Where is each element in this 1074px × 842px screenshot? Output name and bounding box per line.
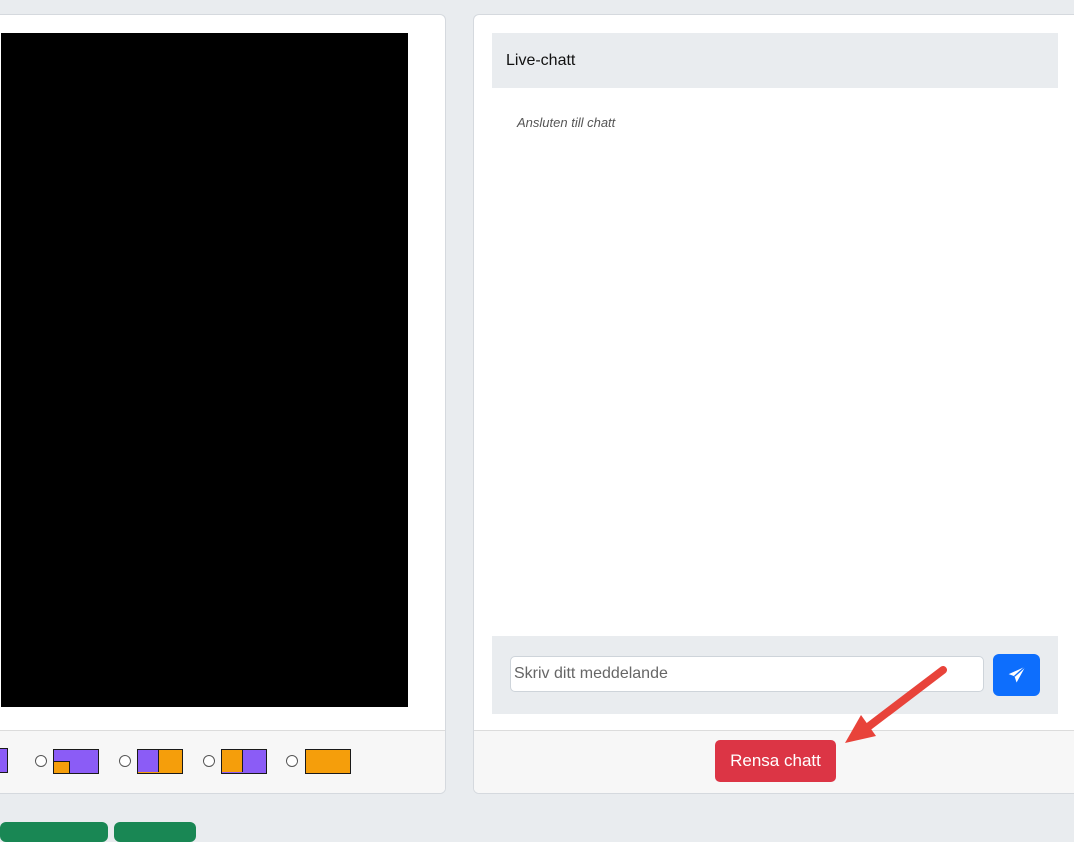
annotation-arrow-icon [845,666,947,743]
